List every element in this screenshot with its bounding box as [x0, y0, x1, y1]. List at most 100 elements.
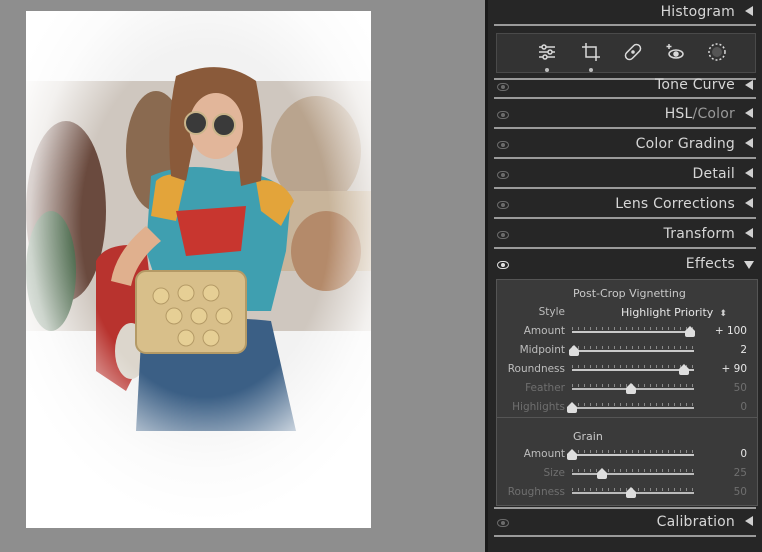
slider-track[interactable]: [572, 454, 694, 456]
photo-canvas: [0, 0, 485, 552]
eye-icon[interactable]: [497, 261, 509, 269]
vignette-style-row: Style Highlight Priority ⬍: [497, 303, 757, 322]
slider-ticks: [572, 403, 694, 406]
slider-ticks: [572, 365, 694, 368]
slider-value[interactable]: + 90: [722, 363, 748, 375]
divider: [494, 247, 756, 249]
slider-row-midpoint: Midpoint 2: [497, 341, 757, 360]
slider-value[interactable]: 25: [734, 467, 747, 479]
collapse-arrow-icon[interactable]: [745, 228, 753, 238]
slider-row-amount: Amount 0: [497, 445, 757, 464]
bandage-icon[interactable]: [623, 42, 643, 62]
slider-value[interactable]: 50: [734, 486, 747, 498]
collapse-arrow-icon[interactable]: [745, 516, 753, 526]
eye-icon[interactable]: [497, 171, 509, 179]
slider-ticks: [572, 346, 694, 349]
develop-panel: Histogram Tone Curve HSL/Color Color Gra…: [485, 0, 762, 552]
slider-track[interactable]: [572, 369, 694, 371]
collapse-arrow-icon[interactable]: [745, 138, 753, 148]
slider-ticks: [572, 327, 694, 330]
slider-handle[interactable]: [596, 468, 607, 479]
tone-curve-title: Tone Curve: [655, 77, 735, 93]
slider-label: Amount: [523, 448, 565, 460]
collapse-arrow-icon[interactable]: [745, 80, 753, 90]
hsl-header[interactable]: HSL/Color: [494, 102, 762, 128]
slider-value[interactable]: 0: [740, 448, 747, 460]
updown-icon: ⬍: [719, 309, 727, 319]
divider: [494, 97, 756, 99]
divider: [494, 535, 756, 537]
slider-handle[interactable]: [626, 487, 636, 498]
slider-handle[interactable]: [567, 449, 577, 460]
style-label: Style: [538, 306, 565, 318]
slider-track[interactable]: [572, 473, 694, 475]
sliders-icon[interactable]: [537, 42, 557, 62]
effects-title: Effects: [685, 256, 735, 272]
vignette-overlay: [26, 11, 371, 528]
expand-arrow-icon[interactable]: [744, 261, 754, 269]
calibration-header[interactable]: Calibration: [494, 510, 762, 536]
slider-label: Amount: [523, 325, 565, 337]
slider-value[interactable]: + 100: [715, 325, 747, 337]
section-divider: [497, 417, 757, 418]
slider-handle[interactable]: [626, 383, 636, 394]
eye-icon[interactable]: [497, 111, 509, 119]
histogram-header[interactable]: Histogram: [494, 0, 762, 26]
photo-preview[interactable]: [26, 11, 371, 528]
eye-icon[interactable]: [497, 201, 509, 209]
divider: [494, 217, 756, 219]
style-dropdown[interactable]: Highlight Priority ⬍: [621, 306, 727, 319]
transform-title: Transform: [663, 226, 735, 242]
slider-label: Feather: [525, 382, 565, 394]
slider-handle[interactable]: [685, 326, 695, 337]
lens-corrections-header[interactable]: Lens Corrections: [494, 192, 762, 218]
tool-strip: [496, 33, 756, 73]
slider-handle[interactable]: [569, 345, 580, 356]
slider-row-feather: Feather 50: [497, 379, 757, 398]
slider-ticks: [572, 469, 694, 472]
divider: [494, 24, 756, 26]
slider-value[interactable]: 2: [740, 344, 747, 356]
slider-label: Highlights: [512, 401, 565, 413]
active-indicator: [545, 68, 549, 72]
crop-icon[interactable]: [581, 42, 601, 62]
slider-label: Midpoint: [519, 344, 565, 356]
collapse-arrow-icon[interactable]: [745, 6, 753, 16]
slider-handle[interactable]: [679, 364, 690, 375]
red-eye-icon[interactable]: [665, 42, 685, 62]
slider-track[interactable]: [572, 350, 694, 352]
collapse-arrow-icon[interactable]: [745, 168, 753, 178]
slider-value[interactable]: 50: [734, 382, 747, 394]
slider-value[interactable]: 0: [740, 401, 747, 413]
effects-header[interactable]: Effects: [494, 252, 762, 278]
vignette-section-title: Post-Crop Vignetting: [573, 287, 686, 300]
slider-row-roundness: Roundness + 90: [497, 360, 757, 379]
eye-icon[interactable]: [497, 519, 509, 527]
divider: [494, 187, 756, 189]
detail-title: Detail: [692, 166, 735, 182]
slider-label: Size: [543, 467, 565, 479]
slider-handle[interactable]: [567, 402, 577, 413]
divider: [494, 127, 756, 129]
slider-row-roughness: Roughness 50: [497, 483, 757, 502]
eye-icon[interactable]: [497, 141, 509, 149]
divider: [494, 157, 756, 159]
detail-header[interactable]: Detail: [494, 162, 762, 188]
color-grading-header[interactable]: Color Grading: [494, 132, 762, 158]
slider-label: Roughness: [507, 486, 565, 498]
slider-ticks: [572, 450, 694, 453]
slider-row-highlights: Highlights 0: [497, 398, 757, 417]
eye-icon[interactable]: [497, 83, 509, 91]
hsl-title: HSL/Color: [664, 106, 735, 122]
masking-icon[interactable]: [707, 42, 727, 62]
calibration-title: Calibration: [656, 514, 735, 530]
collapse-arrow-icon[interactable]: [745, 108, 753, 118]
transform-header[interactable]: Transform: [494, 222, 762, 248]
histogram-title: Histogram: [660, 4, 735, 20]
slider-track[interactable]: [572, 331, 694, 333]
slider-label: Roundness: [507, 363, 565, 375]
collapse-arrow-icon[interactable]: [745, 198, 753, 208]
effects-panel-body: Post-Crop Vignetting Style Highlight Pri…: [496, 279, 758, 506]
eye-icon[interactable]: [497, 231, 509, 239]
slider-track[interactable]: [572, 407, 694, 409]
